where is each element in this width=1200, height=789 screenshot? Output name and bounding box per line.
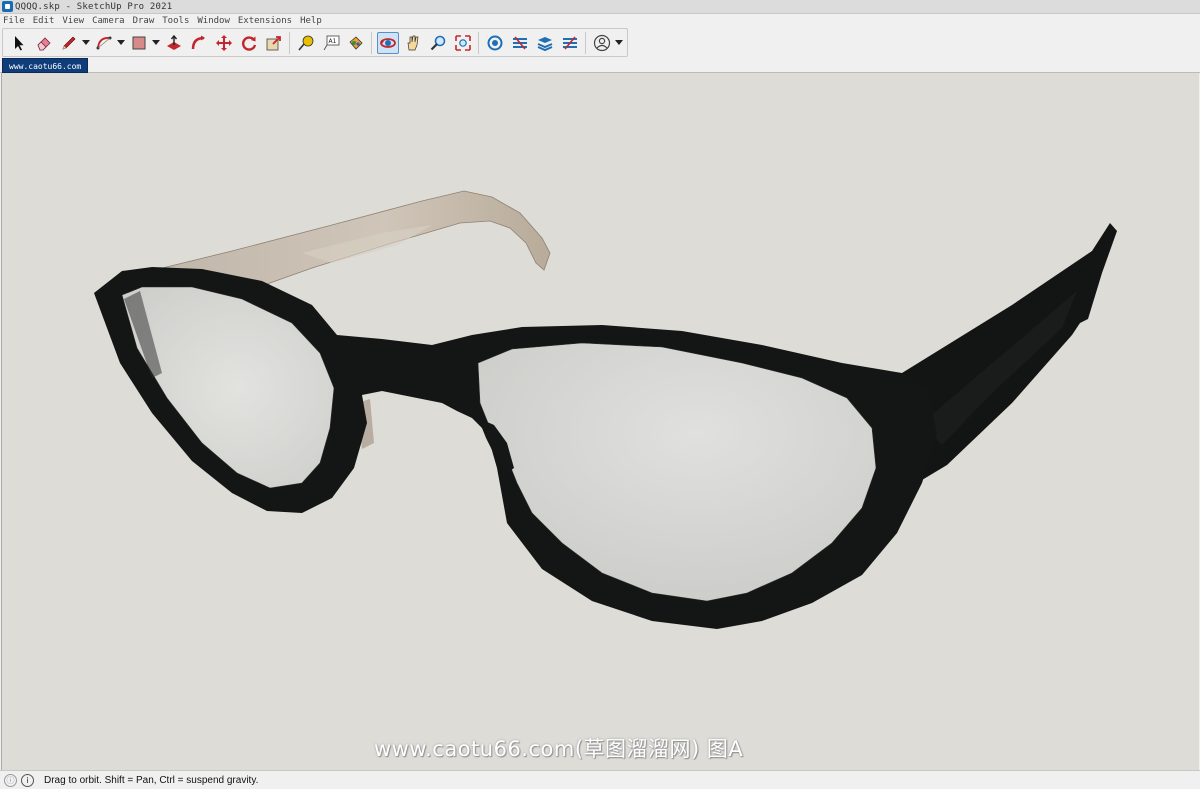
geolocation-icon[interactable]: ⓘ [4, 773, 17, 787]
text-label-icon: A1 [323, 35, 339, 50]
orbit-tool-button[interactable] [376, 31, 399, 54]
shape-dropdown-chevron-icon[interactable] [151, 32, 160, 54]
push-pull-icon [166, 34, 181, 50]
select-tool-button[interactable] [8, 32, 30, 54]
eraser-icon [37, 36, 51, 50]
rectangle-icon [132, 36, 145, 49]
layout-button[interactable] [534, 32, 556, 54]
eraser-tool-button[interactable] [33, 32, 55, 54]
extension-warehouse-icon [512, 35, 527, 50]
eyeglasses-model [94, 190, 1117, 629]
pan-tool-button[interactable] [402, 32, 424, 54]
follow-me-tool-button[interactable] [188, 32, 210, 54]
line-dropdown-chevron-icon[interactable] [81, 32, 90, 54]
instructor-info-icon[interactable]: i [21, 773, 34, 787]
arc-dropdown-chevron-icon[interactable] [116, 32, 125, 54]
account-button[interactable] [591, 32, 613, 54]
menu-extensions[interactable]: Extensions [238, 16, 292, 26]
extension-warehouse-button[interactable] [509, 32, 531, 54]
rotate-icon [241, 35, 256, 51]
extension-manager-button[interactable] [559, 32, 581, 54]
tape-measure-tool-button[interactable] [295, 32, 317, 54]
zoom-extents-tool-button[interactable] [452, 32, 474, 54]
title-bar: QQQQ.skp - SketchUp Pro 2021 [0, 0, 1200, 14]
zoom-magnifier-icon [430, 35, 445, 50]
scale-icon [266, 35, 281, 50]
push-pull-tool-button[interactable] [163, 32, 185, 54]
scene-tab[interactable]: www.caotu66.com [2, 58, 89, 73]
extension-manager-icon [562, 35, 577, 50]
toolbar-separator [371, 31, 372, 54]
menu-bar: File Edit View Camera Draw Tools Window … [0, 14, 1200, 28]
svg-text:A1: A1 [328, 38, 336, 45]
menu-view[interactable]: View [62, 16, 84, 26]
warehouse-icon [487, 35, 502, 50]
text-tool-button[interactable]: A1 [320, 32, 342, 54]
status-message: Drag to orbit. Shift = Pan, Ctrl = suspe… [44, 774, 259, 786]
paint-bucket-tool-button[interactable] [345, 32, 367, 54]
zoom-tool-button[interactable] [427, 32, 449, 54]
watermark-text: www.caotu66.com(草图溜溜网) 图A [374, 737, 744, 761]
user-account-icon [593, 34, 610, 51]
menu-edit[interactable]: Edit [33, 16, 55, 26]
arc-icon [96, 36, 111, 49]
orbit-icon [379, 37, 396, 48]
line-tool-button[interactable] [58, 32, 80, 54]
menu-draw[interactable]: Draw [133, 16, 155, 26]
arc-tool-button[interactable] [93, 32, 115, 54]
menu-camera[interactable]: Camera [92, 16, 125, 26]
status-bar: ⓘ i Drag to orbit. Shift = Pan, Ctrl = s… [0, 770, 1200, 789]
sketchup-window: QQQQ.skp - SketchUp Pro 2021 File Edit V… [0, 0, 1200, 789]
pan-hand-icon [407, 35, 418, 50]
follow-me-icon [191, 35, 205, 49]
menu-tools[interactable]: Tools [162, 16, 189, 26]
paint-bucket-icon [348, 35, 363, 50]
menu-window[interactable]: Window [197, 16, 230, 26]
toolbar-separator [585, 31, 586, 54]
move-icon [215, 34, 232, 51]
window-title: QQQQ.skp - SketchUp Pro 2021 [15, 1, 173, 12]
select-arrow-icon [14, 35, 23, 50]
move-tool-button[interactable] [213, 32, 235, 54]
scene-tabs-bar: www.caotu66.com [0, 57, 1200, 73]
account-dropdown-chevron-icon[interactable] [614, 32, 623, 54]
shape-tool-button[interactable] [128, 32, 150, 54]
scale-tool-button[interactable] [263, 32, 285, 54]
model-viewport[interactable]: www.caotu66.com(草图溜溜网) 图A [1, 73, 1199, 770]
tape-measure-icon [297, 35, 313, 51]
layout-icon [537, 36, 552, 51]
zoom-extents-icon [454, 34, 471, 51]
menu-file[interactable]: File [3, 16, 25, 26]
rotate-tool-button[interactable] [238, 32, 260, 54]
toolbar-separator [478, 31, 479, 54]
menu-help[interactable]: Help [300, 16, 322, 26]
3d-warehouse-button[interactable] [484, 32, 506, 54]
getting-started-toolbar: A1 [2, 28, 628, 57]
pencil-icon [62, 36, 75, 49]
toolbar-separator [289, 31, 290, 54]
sketchup-logo-icon [2, 1, 13, 12]
